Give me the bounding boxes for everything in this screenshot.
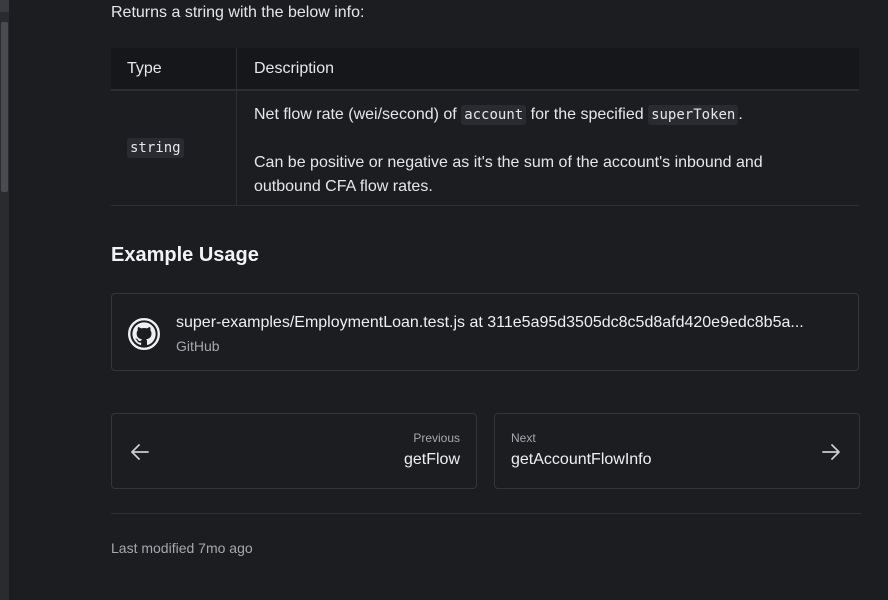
returns-intro: Returns a string with the below info: [111,4,365,21]
arrow-right-icon [822,444,840,460]
last-modified: Last modified 7mo ago [111,540,253,556]
returns-table: Type Description string Net flow rate (w… [111,48,859,206]
previous-title: getFlow [403,451,460,468]
account-code: account [461,105,527,125]
scrollbar-thumb[interactable] [1,22,8,192]
previous-page-button[interactable]: Previous getFlow [111,413,477,489]
table-header: Type Description [111,48,859,91]
next-title: getAccountFlowInfo [511,451,652,468]
github-icon [128,318,160,350]
next-label: Next [511,431,536,445]
footer-divider [111,513,861,514]
scrollbar-top [0,0,9,12]
description-line1: Net flow rate (wei/second) of account fo… [254,105,743,125]
description-para2: Can be positive or negative as it's the … [254,154,763,195]
github-link-card[interactable]: super-examples/EmploymentLoan.test.js at… [111,293,859,371]
supertoken-code: superToken [648,105,739,125]
example-usage-heading: Example Usage [111,244,259,266]
arrow-left-icon [131,444,149,460]
github-card-title: super-examples/EmploymentLoan.test.js at… [176,314,804,331]
table-row: string Net flow rate (wei/second) of acc… [111,91,859,206]
previous-label: Previous [413,431,460,445]
next-page-button[interactable]: Next getAccountFlowInfo [494,413,860,489]
scrollbar[interactable] [0,0,9,600]
type-code: string [127,138,184,158]
header-description: Description [254,59,335,77]
cell-description: Net flow rate (wei/second) of account fo… [237,91,814,205]
cell-type: string [111,91,237,205]
header-type: Type [111,48,237,89]
github-card-subtitle: GitHub [176,338,220,354]
